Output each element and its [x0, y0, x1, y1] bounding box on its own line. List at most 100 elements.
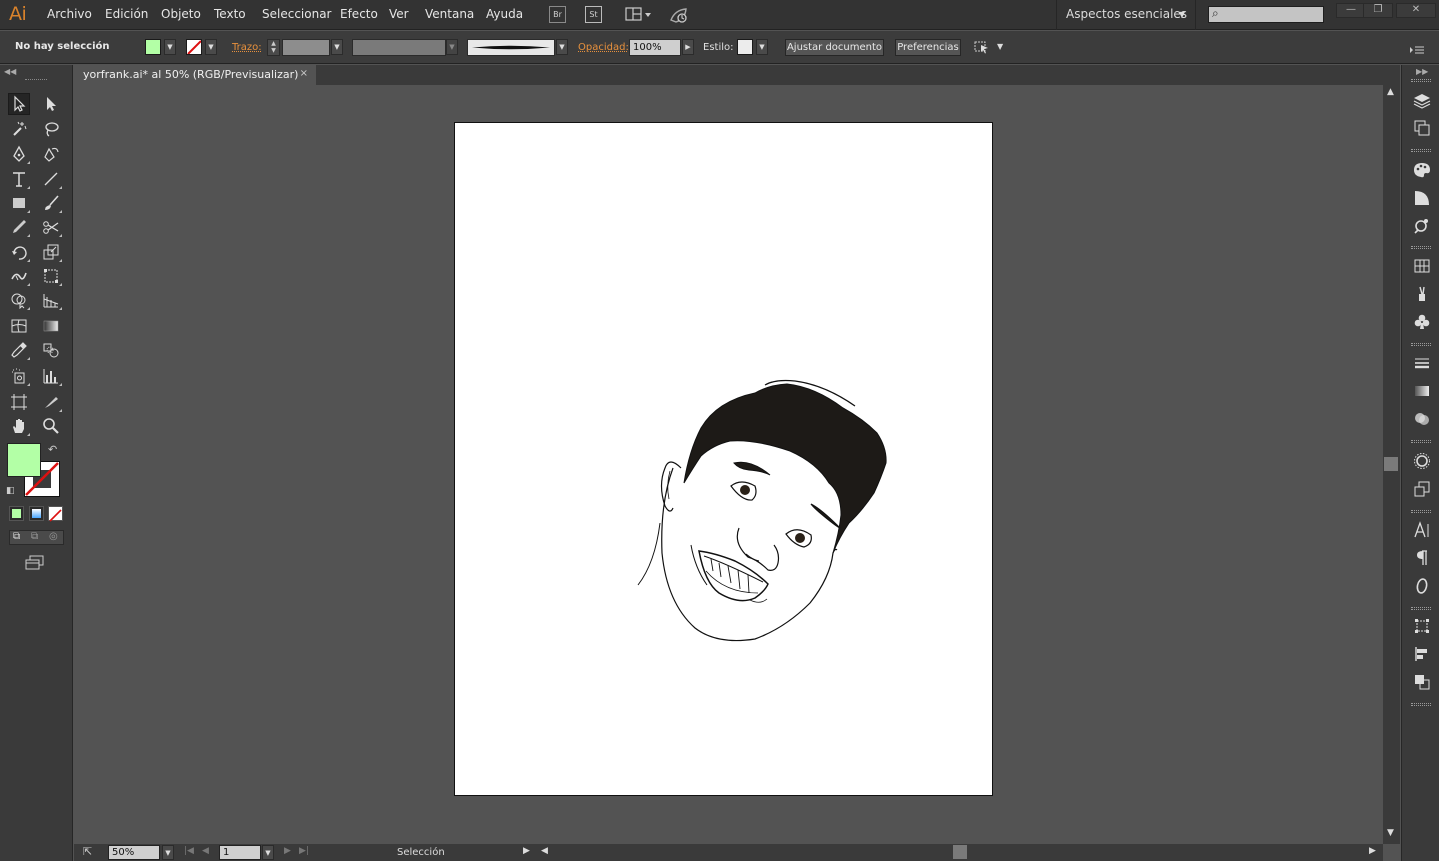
stroke-weight-stepper[interactable]: ▲ ▼ [267, 39, 280, 56]
transform-panel-button[interactable] [1412, 616, 1432, 636]
stroke-swatch[interactable] [186, 39, 202, 55]
panel-group-grip-8[interactable] [1411, 703, 1431, 706]
gradient-tool[interactable] [40, 315, 62, 337]
gradient-swatch-panel-button[interactable] [1412, 381, 1432, 401]
screen-mode-button[interactable] [24, 554, 46, 572]
first-artboard-icon[interactable]: |◀ [184, 846, 194, 856]
gradient-mode-button[interactable] [29, 506, 44, 521]
menu-seleccionar[interactable]: Seleccionar [262, 7, 331, 21]
blend-tool[interactable] [40, 339, 62, 361]
paragraph-panel-button[interactable] [1412, 548, 1432, 568]
draw-normal-icon[interactable]: ⧉ [13, 531, 20, 542]
appearance-panel-button[interactable] [1412, 451, 1432, 471]
scroll-right-icon[interactable]: ▶ [1369, 846, 1376, 856]
menu-ayuda[interactable]: Ayuda [486, 7, 523, 21]
artboards-panel-button[interactable] [1412, 118, 1432, 138]
brush-definition[interactable] [467, 39, 555, 56]
stock-button[interactable]: St [585, 6, 602, 23]
scroll-down-icon[interactable]: ▼ [1387, 828, 1394, 838]
gradient-panel-button[interactable] [1412, 188, 1432, 208]
panel-group-grip-5[interactable] [1411, 440, 1431, 443]
opacity-slider-button[interactable]: ▶ [682, 39, 694, 55]
perspective-grid-tool[interactable] [40, 289, 62, 311]
direct-selection-tool[interactable] [40, 93, 62, 115]
swap-fill-stroke-icon[interactable]: ↶ [48, 443, 57, 456]
next-artboard-icon[interactable]: ▶ [284, 846, 291, 856]
zoom-level-field[interactable]: 50% [108, 845, 160, 860]
zoom-tool[interactable] [40, 415, 62, 437]
menu-ventana[interactable]: Ventana [425, 7, 474, 21]
collapse-panel-icon[interactable]: ◀◀ [4, 67, 16, 76]
open-in-icon[interactable]: ⇱ [83, 845, 92, 858]
opacity-field[interactable]: 100% [629, 39, 681, 56]
line-segment-tool[interactable] [40, 168, 62, 190]
panel-group-grip-3[interactable] [1411, 246, 1431, 249]
menu-texto[interactable]: Texto [214, 7, 246, 21]
menu-objeto[interactable]: Objeto [161, 7, 201, 21]
artboard[interactable] [454, 122, 993, 796]
artboard-dropdown[interactable]: ▼ [262, 845, 274, 860]
pencil-tool[interactable] [8, 216, 30, 238]
stroke-weight-dropdown[interactable]: ▼ [331, 39, 343, 55]
menu-efecto[interactable]: Efecto [340, 7, 378, 21]
scissors-tool[interactable] [40, 216, 62, 238]
opacity-label[interactable]: Opacidad: [578, 42, 629, 53]
panel-group-grip-4[interactable] [1411, 343, 1431, 346]
panel-menu-button[interactable] [1409, 41, 1425, 54]
panel-group-grip[interactable] [1411, 79, 1431, 82]
lasso-tool[interactable] [40, 118, 62, 140]
mesh-tool[interactable] [8, 315, 30, 337]
scroll-up-icon[interactable]: ▲ [1387, 87, 1394, 97]
pen-tool[interactable] [8, 143, 30, 165]
graphic-style-swatch[interactable] [737, 39, 753, 55]
layers-panel-button[interactable] [1412, 91, 1432, 111]
minimize-button[interactable]: — [1336, 3, 1366, 18]
bridge-button[interactable]: Br [549, 6, 566, 23]
workspace-switcher[interactable]: Aspectos esenciales ▼ [1056, 0, 1196, 30]
menu-edicion[interactable]: Edición [105, 7, 148, 21]
paintbrush-tool[interactable] [40, 192, 62, 214]
rectangle-tool[interactable] [8, 192, 30, 214]
status-menu-icon[interactable]: ▶ [523, 846, 530, 856]
horizontal-scrollbar[interactable]: ◀ ▶ [537, 844, 1383, 861]
transparency-panel-button[interactable] [1412, 409, 1432, 429]
shape-builder-tool[interactable] [8, 289, 30, 311]
type-tool[interactable] [8, 168, 30, 190]
stroke-label[interactable]: Trazo: [232, 42, 262, 53]
character-panel-button[interactable] [1412, 520, 1432, 540]
panel-group-grip-2[interactable] [1411, 149, 1431, 152]
default-fill-stroke-icon[interactable]: ◧ [6, 486, 15, 496]
pathfinder-panel-button[interactable] [1412, 672, 1432, 692]
graphic-styles-panel-button[interactable] [1412, 479, 1432, 499]
draw-inside-icon[interactable]: ◎ [49, 531, 58, 542]
free-transform-tool[interactable] [40, 265, 62, 287]
graphic-style-dropdown[interactable]: ▼ [756, 39, 768, 55]
artboard-tool[interactable] [8, 391, 30, 413]
draw-behind-icon[interactable]: ⧉ [31, 531, 38, 542]
width-tool[interactable] [8, 265, 30, 287]
slice-tool[interactable] [40, 391, 62, 413]
close-window-button[interactable]: ✕ [1396, 3, 1436, 18]
fill-dropdown[interactable]: ▼ [164, 39, 176, 55]
opentype-panel-button[interactable] [1412, 576, 1432, 596]
select-similar-dropdown[interactable]: ▼ [997, 42, 1003, 51]
scale-tool[interactable] [40, 241, 62, 263]
vertical-scroll-thumb[interactable] [1384, 457, 1398, 471]
document-tab[interactable]: yorfrank.ai* al 50% (RGB/Previsualizar) … [74, 65, 316, 85]
close-tab-icon[interactable]: × [300, 68, 308, 79]
symbols-club-panel-button[interactable] [1412, 312, 1432, 332]
eyedropper-tool[interactable] [8, 339, 30, 361]
color-guide-panel-button[interactable] [1412, 160, 1432, 180]
rotate-tool[interactable] [8, 241, 30, 263]
help-search-input[interactable]: ⌕ [1208, 6, 1324, 23]
adjust-document-button[interactable]: Ajustar documento [785, 39, 884, 56]
restore-button[interactable]: ❐ [1363, 3, 1393, 18]
menu-archivo[interactable]: Archivo [47, 7, 92, 21]
panel-group-grip-6[interactable] [1411, 510, 1431, 513]
expand-panels-icon[interactable]: ▶▶ [1416, 67, 1428, 76]
previous-artboard-icon[interactable]: ◀ [202, 846, 209, 856]
horizontal-scroll-thumb[interactable] [953, 845, 967, 859]
symbols-panel-button[interactable] [1412, 216, 1432, 236]
current-tool-status[interactable]: Selección [397, 847, 445, 858]
artboard-number-field[interactable]: 1 [219, 845, 261, 860]
